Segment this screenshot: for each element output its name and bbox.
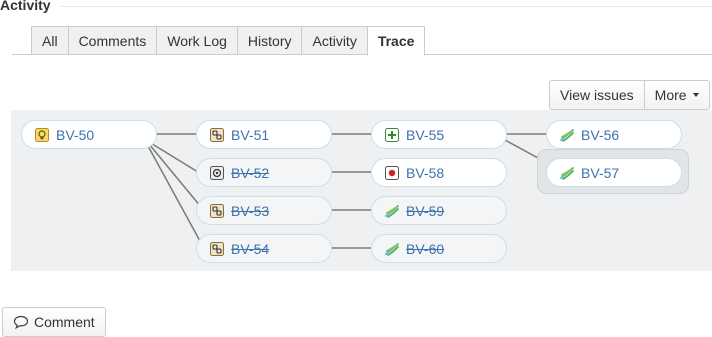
trace-node-bv-58[interactable]: BV-58	[371, 158, 507, 187]
trace-node-bv-50[interactable]: BV-50	[21, 120, 157, 149]
bulb-icon	[35, 127, 49, 142]
link-bv50-bv54	[147, 145, 201, 242]
tabs-divider	[12, 54, 712, 55]
feather-icon	[385, 242, 399, 256]
comment-button[interactable]: Comment	[2, 307, 106, 337]
trace-toolbar: View issues More	[549, 80, 710, 110]
issue-key: BV-58	[406, 164, 445, 181]
plus-square-icon	[385, 127, 399, 142]
section-title: Activity	[0, 0, 51, 13]
issue-key: BV-55	[406, 126, 445, 143]
more-label: More	[654, 87, 687, 103]
issue-key: BV-59	[406, 202, 445, 219]
issue-key: BV-60	[406, 240, 445, 257]
trace-node-bv-57[interactable]: BV-57	[546, 158, 682, 187]
linked-task-icon	[210, 127, 224, 142]
tab-history[interactable]: History	[236, 26, 303, 55]
issue-key: BV-52	[231, 164, 270, 181]
trace-node-bv-59[interactable]: BV-59	[371, 196, 507, 225]
link-bv50-bv53	[148, 143, 202, 208]
more-button[interactable]: More	[644, 80, 710, 110]
tab-work-log[interactable]: Work Log	[156, 26, 238, 55]
section-divider	[60, 6, 712, 7]
trace-node-bv-54[interactable]: BV-54	[196, 234, 332, 263]
red-dot-icon	[385, 165, 399, 180]
trace-graph: BV-50 BV-51 BV-52 BV-53 BV-54 BV-55 BV-5…	[11, 110, 712, 271]
issue-key: BV-56	[581, 126, 620, 143]
comment-button-label: Comment	[34, 314, 95, 330]
trace-node-bv-51[interactable]: BV-51	[196, 120, 332, 149]
tab-trace[interactable]: Trace	[366, 26, 426, 56]
tab-activity[interactable]: Activity	[301, 26, 368, 55]
issue-key: BV-57	[581, 164, 620, 181]
feather-icon	[560, 166, 574, 180]
feather-icon	[560, 128, 574, 142]
target-icon	[210, 165, 224, 180]
trace-node-bv-53[interactable]: BV-53	[196, 196, 332, 225]
tab-comments[interactable]: Comments	[67, 26, 158, 55]
feather-icon	[385, 204, 399, 218]
linked-task-icon	[210, 203, 224, 218]
trace-node-bv-60[interactable]: BV-60	[371, 234, 507, 263]
trace-node-bv-55[interactable]: BV-55	[371, 120, 507, 149]
issue-key: BV-53	[231, 202, 270, 219]
tab-all[interactable]: All	[31, 26, 69, 55]
speech-bubble-icon	[13, 315, 29, 329]
issue-key: BV-54	[231, 240, 270, 257]
chevron-down-icon	[692, 93, 699, 97]
issue-key: BV-51	[231, 126, 270, 143]
trace-node-bv-52[interactable]: BV-52	[196, 158, 332, 187]
trace-node-bv-56[interactable]: BV-56	[546, 120, 682, 149]
activity-tabs: All Comments Work Log History Activity T…	[31, 26, 426, 56]
link-bv50-bv52	[148, 141, 199, 173]
linked-task-icon	[210, 241, 224, 256]
view-issues-button[interactable]: View issues	[549, 80, 645, 110]
issue-key: BV-50	[56, 126, 95, 143]
